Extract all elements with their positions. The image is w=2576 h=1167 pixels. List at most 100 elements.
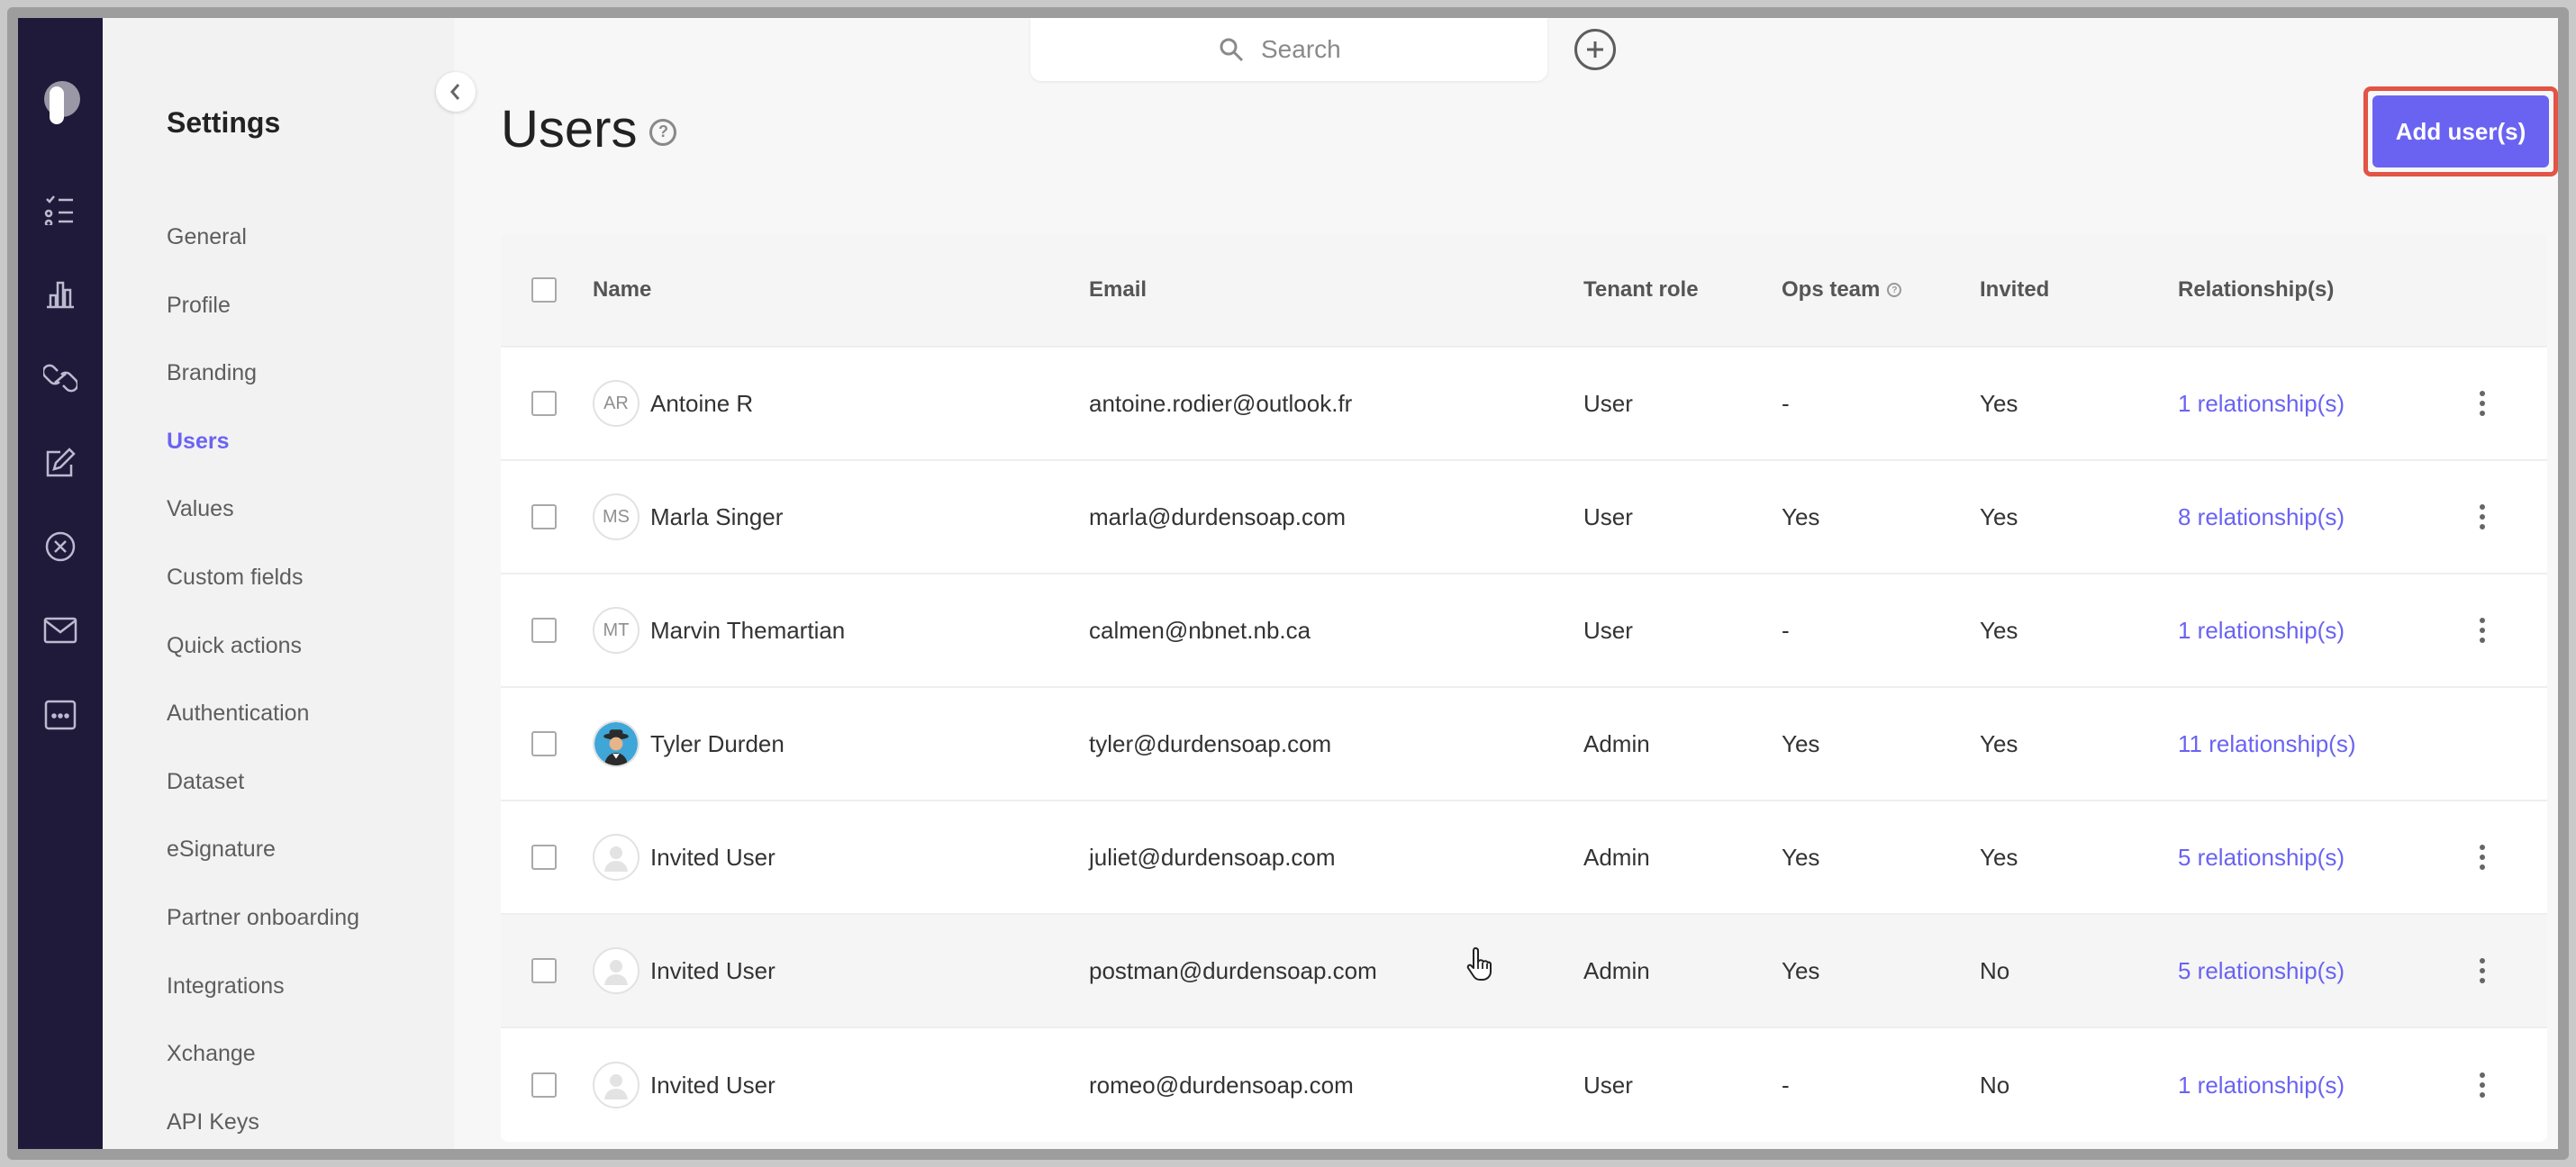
invited-status: Yes: [1980, 502, 2018, 530]
avatar: [593, 720, 639, 767]
avatar: MS: [593, 493, 639, 540]
add-user-button[interactable]: Add user(s): [2372, 95, 2549, 167]
avatar: MT: [593, 607, 639, 654]
header-invited[interactable]: Invited: [1980, 234, 2049, 346]
relationships-link[interactable]: 1 relationship(s): [2178, 348, 2345, 459]
help-icon[interactable]: ?: [1887, 283, 1902, 297]
edit-icon[interactable]: [42, 445, 78, 481]
search-input[interactable]: [1261, 35, 1360, 64]
mail-icon[interactable]: [42, 612, 78, 648]
ops-team: Yes: [1782, 956, 1820, 984]
sidebar-item-integrations[interactable]: Integrations: [167, 970, 359, 1038]
table-row[interactable]: AR Antoine R antoine.rodier@outlook.fr User…: [501, 348, 2547, 461]
tenant-role: Admin: [1583, 729, 1650, 757]
user-name[interactable]: Invited User: [650, 844, 776, 872]
name-cell: Invited User: [593, 801, 776, 913]
relationships-link[interactable]: 8 relationship(s): [2178, 461, 2345, 573]
avatar: [593, 1062, 639, 1108]
row-checkbox[interactable]: [531, 504, 557, 529]
ban-icon[interactable]: [42, 529, 78, 565]
relationships-link[interactable]: 5 relationship(s): [2178, 915, 2345, 1027]
user-name[interactable]: Tyler Durden: [650, 730, 785, 758]
header-relationships[interactable]: Relationship(s): [2178, 234, 2334, 346]
ops-team: -: [1782, 1071, 1790, 1099]
header-tenant-role[interactable]: Tenant role: [1583, 234, 1699, 346]
name-cell: MS Marla Singer: [593, 461, 783, 573]
create-button[interactable]: [1574, 29, 1616, 70]
main-content: Users ? Add user(s) Name Email Tenant ro…: [454, 18, 2558, 1149]
sidebar-item-dataset[interactable]: Dataset: [167, 765, 359, 834]
user-name[interactable]: Invited User: [650, 957, 776, 985]
sidebar-item-general[interactable]: General: [167, 221, 359, 289]
name-cell: Tyler Durden: [593, 688, 785, 800]
row-checkbox[interactable]: [531, 1072, 557, 1098]
row-checkbox[interactable]: [531, 618, 557, 643]
table-row[interactable]: Invited User postman@durdensoap.com Admin Y…: [501, 915, 2547, 1028]
user-name[interactable]: Marla Singer: [650, 503, 783, 531]
relationships-link[interactable]: 11 relationship(s): [2178, 688, 2356, 800]
relationships-link[interactable]: 1 relationship(s): [2178, 574, 2345, 686]
sidebar-item-branding[interactable]: Branding: [167, 357, 359, 425]
row-menu-button[interactable]: [2473, 1028, 2491, 1142]
sidebar-item-partner-onboarding[interactable]: Partner onboarding: [167, 901, 359, 970]
tenant-role: Admin: [1583, 843, 1650, 871]
select-all-checkbox[interactable]: [531, 277, 557, 303]
header-name[interactable]: Name: [593, 234, 651, 346]
user-placeholder-icon: [604, 846, 628, 872]
link-icon[interactable]: [42, 360, 78, 396]
user-name[interactable]: Marvin Themartian: [650, 617, 845, 645]
invited-status: No: [1980, 956, 2010, 984]
sidebar-item-profile[interactable]: Profile: [167, 289, 359, 357]
more-vertical-icon: [2473, 504, 2491, 529]
row-checkbox[interactable]: [531, 391, 557, 416]
plus-icon: [1587, 41, 1603, 58]
app-logo-icon[interactable]: [41, 79, 80, 126]
row-checkbox[interactable]: [531, 845, 557, 870]
sidebar-item-authentication[interactable]: Authentication: [167, 697, 359, 765]
users-table: Name Email Tenant role Ops team ? Invite…: [501, 234, 2547, 1142]
sidebar-item-custom-fields[interactable]: Custom fields: [167, 561, 359, 629]
relationships-link[interactable]: 5 relationship(s): [2178, 801, 2345, 913]
page-title: Users ?: [501, 99, 677, 159]
sidebar-item-values[interactable]: Values: [167, 493, 359, 561]
settings-nav: General Profile Branding Users Values Cu…: [167, 221, 359, 1149]
user-name[interactable]: Invited User: [650, 1072, 776, 1099]
table-row[interactable]: MS Marla Singer marla@durdensoap.com User Ye…: [501, 461, 2547, 574]
table-row[interactable]: Invited User romeo@durdensoap.com User - No 1…: [501, 1028, 2547, 1142]
user-email: marla@durdensoap.com: [1089, 502, 1347, 530]
row-menu-button[interactable]: [2473, 915, 2491, 1027]
avatar: AR: [593, 380, 639, 427]
user-placeholder-icon: [604, 960, 628, 985]
bar-chart-icon[interactable]: [42, 276, 78, 312]
row-checkbox[interactable]: [531, 958, 557, 983]
row-menu-button[interactable]: [2473, 348, 2491, 459]
header-email[interactable]: Email: [1089, 234, 1147, 346]
table-header: Name Email Tenant role Ops team ? Invite…: [501, 234, 2547, 348]
table-row[interactable]: Tyler Durden tyler@durdensoap.com Admin Yes…: [501, 688, 2547, 801]
table-row[interactable]: Invited User juliet@durdensoap.com Admin Ye…: [501, 801, 2547, 915]
more-apps-icon[interactable]: [42, 697, 78, 733]
sidebar-item-xchange[interactable]: Xchange: [167, 1037, 359, 1106]
sidebar-item-users[interactable]: Users: [167, 425, 359, 493]
more-vertical-icon: [2473, 958, 2491, 983]
help-icon[interactable]: ?: [649, 118, 677, 146]
more-vertical-icon: [2473, 845, 2491, 870]
ops-team: Yes: [1782, 729, 1820, 757]
sidebar-item-esignature[interactable]: eSignature: [167, 833, 359, 901]
row-checkbox[interactable]: [531, 731, 557, 756]
row-menu-button[interactable]: [2473, 461, 2491, 573]
row-menu-button[interactable]: [2473, 574, 2491, 686]
table-row[interactable]: MT Marvin Themartian calmen@nbnet.nb.ca Use…: [501, 574, 2547, 688]
search-icon: [1220, 38, 1244, 62]
sidebar-item-api-keys[interactable]: API Keys: [167, 1106, 359, 1149]
header-ops-team[interactable]: Ops team ?: [1782, 234, 1902, 346]
user-name[interactable]: Antoine R: [650, 390, 753, 418]
relationships-link[interactable]: 1 relationship(s): [2178, 1028, 2345, 1142]
avatar: [593, 947, 639, 994]
sidebar-item-quick-actions[interactable]: Quick actions: [167, 629, 359, 698]
more-vertical-icon: [2473, 618, 2491, 643]
row-menu-button[interactable]: [2473, 801, 2491, 913]
invited-status: Yes: [1980, 389, 2018, 417]
tasks-icon[interactable]: [42, 191, 78, 227]
collapse-sidebar-button[interactable]: [436, 72, 476, 112]
